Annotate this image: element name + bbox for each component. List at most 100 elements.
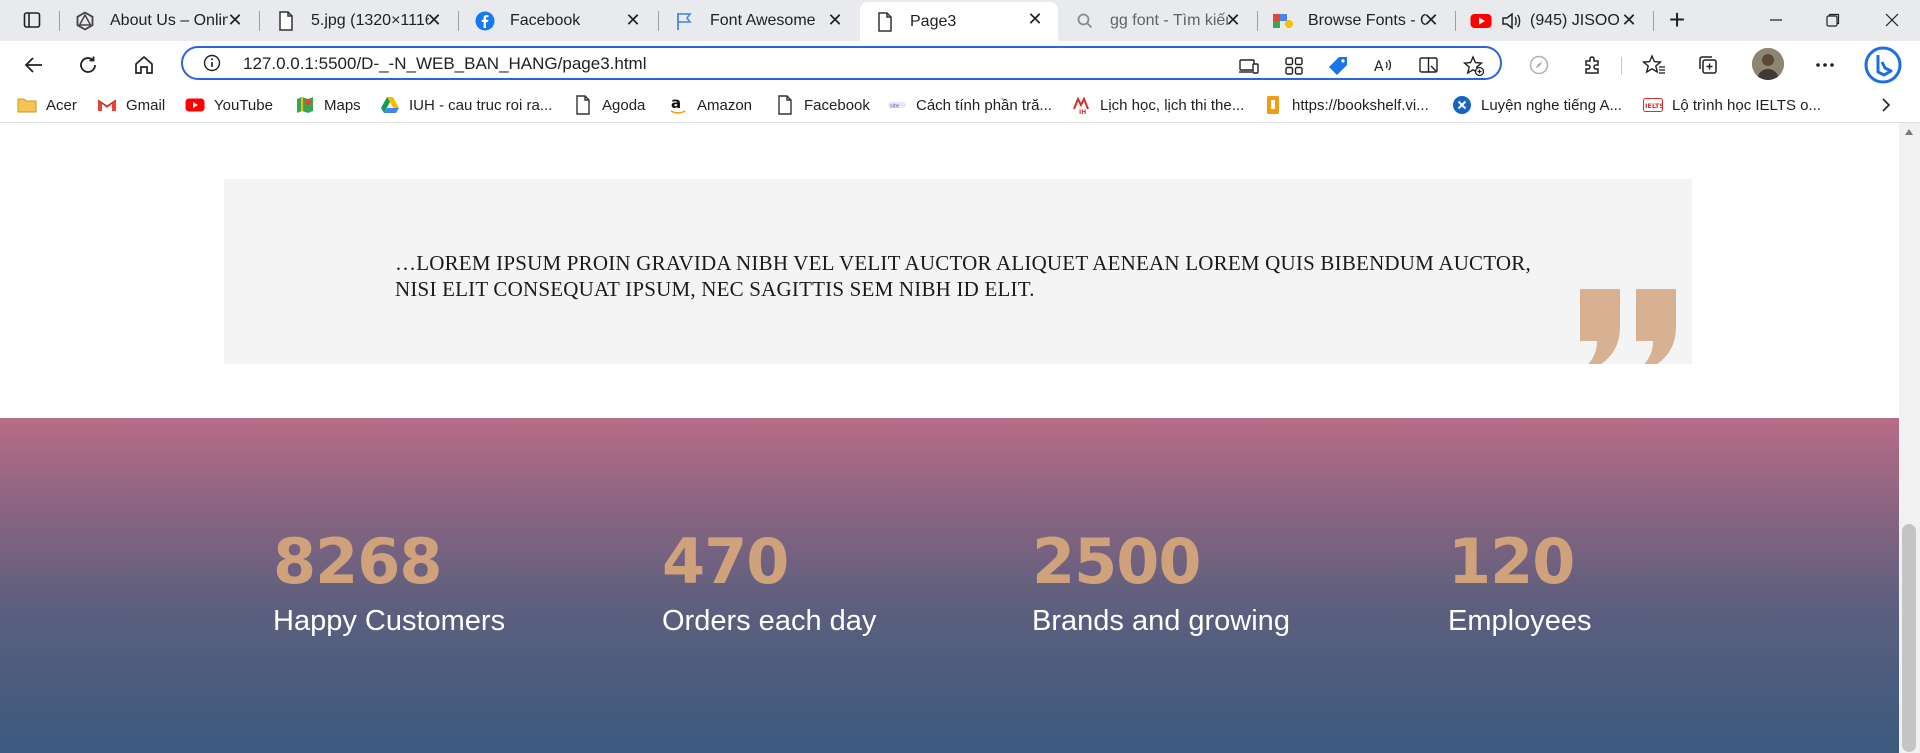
bookmark-label: Gmail [126, 96, 166, 114]
favorites-icon[interactable] [1639, 50, 1669, 80]
back-icon[interactable] [18, 49, 50, 81]
bookmark-percent-calc[interactable]: site Cách tính phần tră... [887, 94, 1052, 116]
bookmark-gmail[interactable]: Gmail [97, 94, 165, 116]
site-icon: site [887, 95, 907, 115]
info-icon[interactable] [203, 54, 221, 72]
stat-label: Brands and growing [1032, 605, 1290, 637]
browser-toolbar: 127.0.0.1:5500/D-_-N_WEB_BAN_HANG/page3.… [0, 41, 1920, 88]
tab-font-awesome[interactable]: Font Awesome ✕ [660, 3, 858, 39]
svg-text:IELTS: IELTS [1645, 102, 1663, 110]
restore-icon[interactable] [1813, 4, 1853, 36]
tab-strip: About Us – Online ✕ 5.jpg (1320×1116 ✕ F… [0, 0, 1920, 41]
close-icon[interactable]: ✕ [425, 11, 443, 29]
bing-copilot-icon[interactable] [1863, 45, 1903, 85]
close-window-icon[interactable] [1872, 4, 1912, 36]
close-icon[interactable]: ✕ [1026, 10, 1044, 28]
tab-facebook[interactable]: Facebook ✕ [460, 3, 656, 39]
bookmark-english-listening[interactable]: Luyện nghe tiếng A... [1452, 94, 1622, 116]
tab-page3[interactable]: Page3 ✕ [860, 2, 1058, 41]
close-icon[interactable]: ✕ [1620, 11, 1638, 29]
refresh-icon[interactable] [72, 49, 104, 81]
bookmark-maps[interactable]: Maps [295, 94, 361, 116]
tab-title: Font Awesome [710, 12, 816, 29]
bookmark-bookshelf[interactable]: https://bookshelf.vi... [1263, 94, 1429, 116]
bookmark-orange-icon [1263, 95, 1283, 115]
avatar[interactable] [1752, 48, 1784, 80]
scrollbar-thumb[interactable] [1902, 524, 1916, 752]
bookmarks-overflow-chevron-icon[interactable] [1880, 94, 1892, 116]
testimonial-quote-text: …LOREM IPSUM PROIN GRAVIDA NIBH VEL VELI… [395, 251, 1531, 301]
bookmark-facebook[interactable]: Facebook [775, 94, 870, 116]
tab-actions-icon[interactable] [14, 6, 50, 34]
youtube-icon [1468, 8, 1494, 34]
minimize-icon[interactable] [1756, 4, 1796, 36]
svg-text:IH: IH [1079, 109, 1086, 115]
stat-orders-each-day: 470 Orders each day [662, 530, 876, 638]
stat-employees: 120 Employees [1448, 530, 1591, 638]
home-icon[interactable] [128, 49, 160, 81]
page-icon [775, 95, 795, 115]
quote-mark-icon [1580, 289, 1676, 364]
add-favorite-icon[interactable] [1463, 55, 1485, 77]
tab-title: About Us – Online [110, 12, 228, 29]
immersive-reader-icon[interactable] [1418, 55, 1440, 77]
close-icon[interactable]: ✕ [624, 11, 642, 29]
bookmark-youtube[interactable]: YouTube [185, 94, 273, 116]
bookmark-label: Agoda [602, 96, 646, 114]
url-text[interactable]: 127.0.0.1:5500/D-_-N_WEB_BAN_HANG/page3.… [243, 54, 646, 74]
stat-number: 470 [662, 525, 789, 598]
stat-number: 120 [1448, 525, 1575, 598]
tab-title: Page3 [910, 12, 957, 30]
svg-text:A: A [1374, 59, 1384, 75]
more-menu-icon[interactable] [1810, 50, 1840, 80]
speaker-icon[interactable] [1498, 8, 1524, 34]
copilot-compass-icon[interactable] [1524, 50, 1554, 80]
close-icon[interactable]: ✕ [826, 11, 844, 29]
address-bar[interactable]: 127.0.0.1:5500/D-_-N_WEB_BAN_HANG/page3.… [181, 46, 1502, 80]
new-tab-icon[interactable]: + [1662, 6, 1692, 36]
stat-label: Happy Customers [273, 605, 506, 637]
bookmark-iuh-drive[interactable]: IUH - cau truc roi ra... [380, 94, 552, 116]
read-aloud-icon[interactable]: A [1373, 55, 1395, 77]
bookmark-acer[interactable]: Acer [17, 94, 77, 116]
coupon-tag-icon[interactable] [1327, 55, 1349, 77]
bookmark-label: Lộ trình học IELTS o... [1672, 96, 1821, 114]
bookmark-amazon[interactable]: a Amazon [668, 94, 752, 116]
tab-separator [458, 11, 459, 31]
stat-brands: 2500 Brands and growing [1032, 530, 1290, 638]
close-icon[interactable]: ✕ [1224, 11, 1242, 29]
close-icon[interactable]: ✕ [1422, 11, 1440, 29]
tab-google-fonts[interactable]: Browse Fonts - Go ✕ [1258, 3, 1454, 39]
graphql-icon [72, 8, 98, 34]
tab-image[interactable]: 5.jpg (1320×1116 ✕ [261, 3, 457, 39]
bookmark-label: YouTube [214, 96, 273, 114]
page-icon [573, 95, 593, 115]
bookmark-label: Lịch học, lịch thi the... [1100, 96, 1245, 114]
tab-youtube[interactable]: (945) JISOO - ✕ [1456, 3, 1652, 39]
close-icon[interactable]: ✕ [226, 11, 244, 29]
bookmark-label: https://bookshelf.vi... [1292, 96, 1429, 114]
svg-text:a: a [671, 95, 681, 112]
bookmark-agoda[interactable]: Agoda [573, 94, 645, 116]
stat-label: Orders each day [662, 605, 877, 637]
apps-icon[interactable] [1283, 55, 1305, 77]
bookmark-label: Acer [46, 96, 77, 114]
tab-about-us[interactable]: About Us – Online ✕ [60, 3, 258, 39]
tab-separator [658, 11, 659, 31]
collections-icon[interactable] [1693, 50, 1723, 80]
maps-icon [295, 95, 315, 115]
bookmark-label: Amazon [697, 96, 753, 114]
stat-happy-customers: 8268 Happy Customers [273, 530, 505, 638]
extensions-icon[interactable] [1578, 50, 1608, 80]
scroll-up-arrow-icon[interactable] [1904, 127, 1914, 137]
svg-text:site: site [890, 104, 899, 110]
device-icon[interactable] [1238, 55, 1260, 77]
flag-icon [672, 8, 698, 34]
iuh-icon: IH [1071, 95, 1091, 115]
bookmark-iuh-schedule[interactable]: IH Lịch học, lịch thi the... [1071, 94, 1244, 116]
testimonial-quote-box: …LOREM IPSUM PROIN GRAVIDA NIBH VEL VELI… [224, 179, 1692, 364]
bookmark-ielts[interactable]: IELTS Lộ trình học IELTS o... [1643, 94, 1821, 116]
tab-title: Facebook [510, 12, 581, 29]
facebook-icon [472, 8, 498, 34]
tab-search[interactable]: gg font - Tìm kiếm ✕ [1060, 3, 1256, 39]
